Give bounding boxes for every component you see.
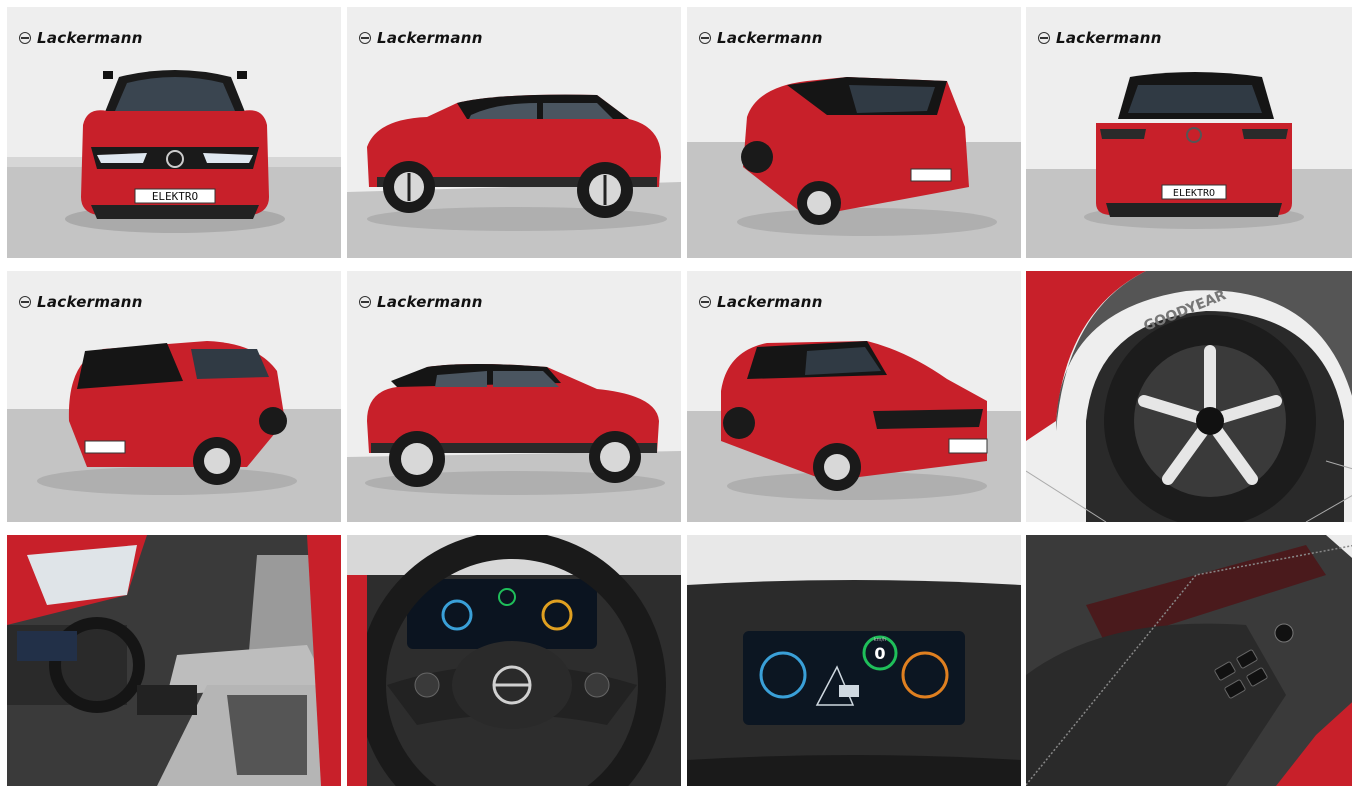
photo-wheel-closeup[interactable]: GOODYEAR [1026, 271, 1352, 522]
dealer-name: Lackermann [377, 293, 483, 311]
wheel-image: GOODYEAR [1026, 271, 1352, 522]
dealer-name: Lackermann [717, 293, 823, 311]
dealer-name: Lackermann [717, 29, 823, 47]
photo-interior-front-seats[interactable] [7, 535, 341, 786]
interior-seats-image [7, 535, 341, 786]
license-plate: ELEKTRO [1173, 188, 1215, 199]
photo-exterior-front[interactable]: ELEKTRO Lackermann [7, 7, 341, 258]
dealer-name: Lackermann [37, 293, 143, 311]
instrument-cluster-image: 0 km/h [687, 535, 1021, 786]
opel-badge-icon [359, 32, 371, 44]
photo-exterior-side-right[interactable]: Lackermann [347, 7, 681, 258]
license-plate: ELEKTRO [152, 190, 198, 203]
dealer-name: Lackermann [37, 29, 143, 47]
speed-unit: km/h [874, 637, 887, 643]
steering-wheel-image [347, 535, 681, 786]
opel-badge-icon [19, 32, 31, 44]
dealer-logo: Lackermann [359, 29, 483, 47]
opel-badge-icon [699, 32, 711, 44]
door-panel-image [1026, 535, 1352, 786]
dealer-logo: Lackermann [359, 293, 483, 311]
photo-door-panel-controls[interactable] [1026, 535, 1352, 786]
dealer-logo: Lackermann [699, 29, 823, 47]
photo-gallery-grid: ELEKTRO Lackermann Lackermann Lackermann… [7, 7, 1352, 786]
photo-exterior-side-left[interactable]: Lackermann [347, 271, 681, 522]
opel-badge-icon [19, 296, 31, 308]
opel-badge-icon [699, 296, 711, 308]
dealer-logo: Lackermann [1038, 29, 1162, 47]
dealer-logo: Lackermann [19, 29, 143, 47]
dealer-logo: Lackermann [699, 293, 823, 311]
opel-badge-icon [1038, 32, 1050, 44]
photo-steering-wheel[interactable] [347, 535, 681, 786]
dealer-name: Lackermann [1056, 29, 1162, 47]
photo-instrument-cluster[interactable]: 0 km/h [687, 535, 1021, 786]
dealer-logo: Lackermann [19, 293, 143, 311]
photo-exterior-rear-quarter[interactable]: Lackermann [7, 271, 341, 522]
photo-exterior-front-quarter[interactable]: Lackermann [687, 271, 1021, 522]
photo-exterior-rear[interactable]: ELEKTRO Lackermann [1026, 7, 1352, 258]
opel-badge-icon [359, 296, 371, 308]
photo-exterior-rear-left[interactable]: Lackermann [687, 7, 1021, 258]
speed-readout: 0 [874, 644, 885, 663]
dealer-name: Lackermann [377, 29, 483, 47]
